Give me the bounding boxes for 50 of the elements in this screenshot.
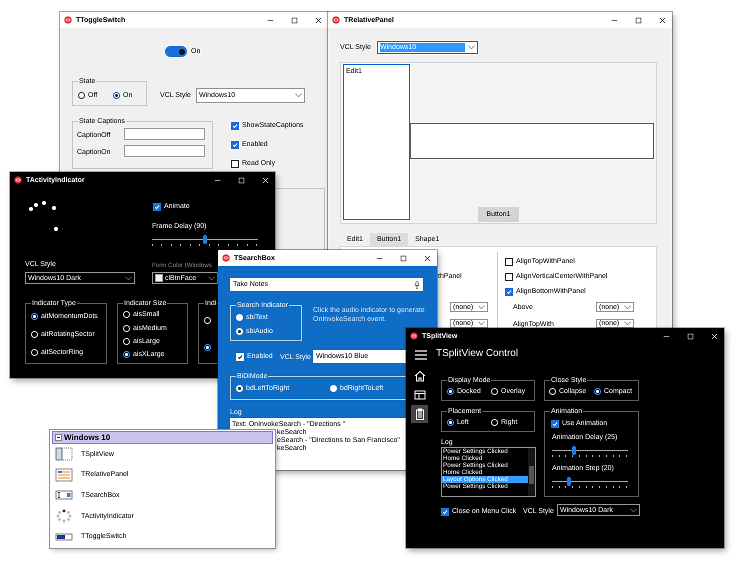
scrollbar[interactable]	[528, 448, 535, 496]
app-icon	[14, 176, 22, 184]
microphone-icon[interactable]	[414, 280, 420, 288]
caret-icon	[478, 321, 485, 326]
radio-button[interactable]	[204, 344, 211, 351]
checkmark-icon	[552, 420, 558, 426]
caret-icon	[624, 304, 631, 310]
checkmark-icon	[154, 204, 160, 210]
maximize-icon[interactable]	[400, 254, 407, 262]
app-icon	[222, 254, 230, 262]
category-header[interactable]: Windows 10	[52, 431, 273, 444]
app-icon	[410, 332, 418, 340]
caret-icon	[295, 93, 302, 98]
clipboard-icon	[414, 408, 426, 420]
app-icon	[64, 16, 72, 24]
caret-icon	[624, 321, 631, 326]
slider[interactable]	[552, 445, 628, 458]
caret-icon	[208, 276, 215, 280]
close-icon[interactable]	[659, 16, 666, 24]
menu-icon[interactable]	[415, 350, 427, 360]
caret-icon	[478, 304, 485, 310]
toggle-switch[interactable]	[165, 46, 187, 57]
maximize-icon[interactable]	[291, 16, 298, 24]
checkmark-icon	[506, 288, 512, 294]
spinner-icon	[55, 509, 73, 524]
slider[interactable]	[152, 234, 258, 247]
caret-icon	[468, 45, 475, 50]
text-field[interactable]	[124, 128, 205, 140]
checkmark-icon	[237, 354, 243, 360]
close-icon[interactable]	[315, 16, 322, 24]
checkmark-icon	[442, 508, 448, 514]
search-box-icon	[55, 488, 73, 502]
close-icon[interactable]	[424, 254, 431, 262]
text-field[interactable]	[124, 145, 205, 157]
collapse-icon[interactable]	[55, 434, 62, 441]
caret-icon	[125, 276, 132, 280]
clipboard-button[interactable]	[411, 405, 428, 423]
view-heading: TSplitView Control	[436, 348, 518, 360]
category-label: Windows 10	[64, 432, 110, 442]
layout-icon	[414, 389, 426, 401]
loading-dots-icon	[28, 200, 60, 232]
checkmark-icon	[232, 142, 238, 148]
slider[interactable]	[552, 476, 628, 489]
app-icon	[332, 16, 340, 24]
caret-icon	[630, 508, 637, 512]
split-view-icon	[55, 447, 73, 462]
checkmark-icon	[232, 122, 238, 128]
panel-icon	[55, 468, 73, 482]
maximize-icon[interactable]	[635, 16, 642, 24]
home-icon	[414, 370, 426, 382]
